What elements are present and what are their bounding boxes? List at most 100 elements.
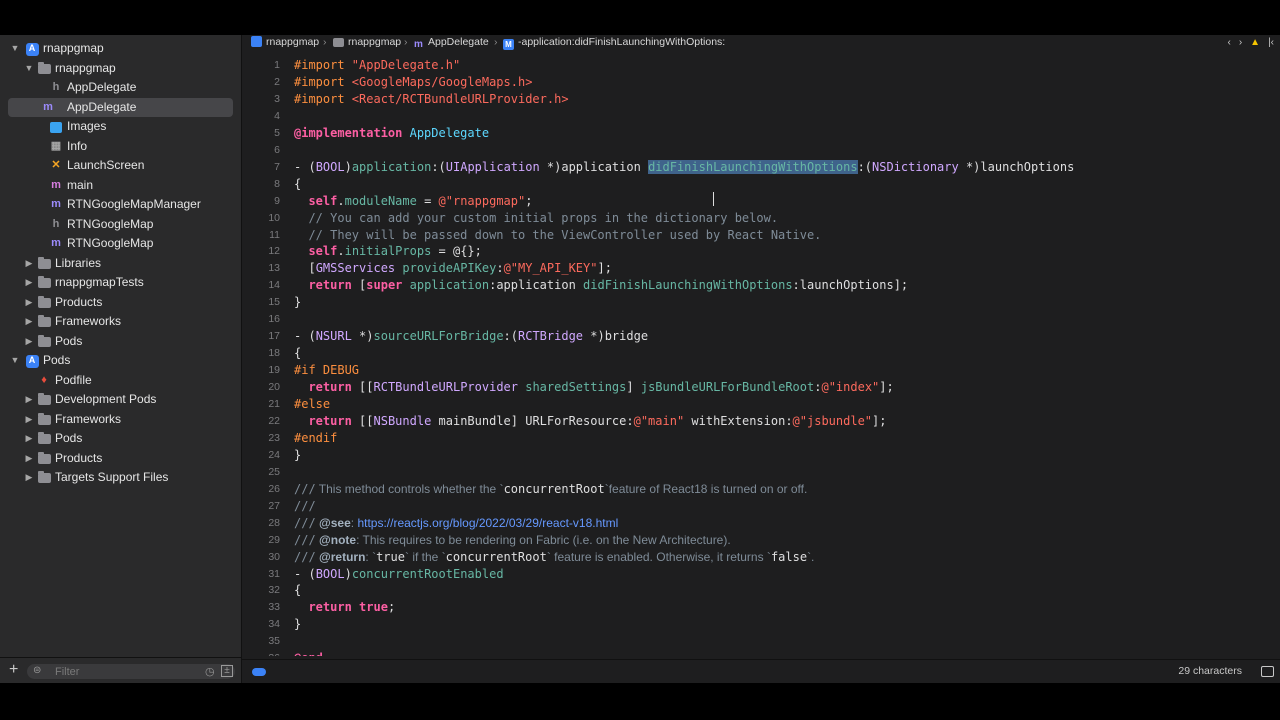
chevron-right-icon[interactable]: ▶ (24, 273, 34, 293)
sidebar-item[interactable]: ▦ Info (0, 137, 241, 157)
line-number: 28 (268, 516, 280, 529)
breadcrumb-project[interactable]: rnappgmap (251, 35, 319, 50)
sidebar-item[interactable]: ▶ Products (0, 449, 241, 469)
objc-file-icon: m (51, 198, 61, 211)
line-number: 1 (274, 59, 280, 71)
sidebar-item[interactable]: ♦ Podfile (0, 371, 241, 391)
chevron-down-icon[interactable]: ▼ (24, 59, 34, 79)
line-number: 19 (268, 364, 280, 377)
sidebar-item[interactable]: m RTNGoogleMapManager (0, 195, 241, 215)
add-icon[interactable]: + (9, 661, 18, 679)
breadcrumb-file[interactable]: m AppDelegate (414, 35, 489, 50)
source-file-icon: m (51, 178, 61, 191)
sidebar-item[interactable]: ▼ Arnappgmap (0, 39, 241, 59)
breadcrumb-group[interactable]: rnappgmap (333, 35, 401, 50)
objc-file-icon: m (51, 237, 61, 250)
breadcrumb-label: rnappgmap (348, 36, 402, 48)
chevron-down-icon[interactable]: ▼ (10, 351, 20, 371)
code-text: // They will be passed down to the ViewC… (294, 227, 822, 242)
code-text: #import <React/RCTBundleURLProvider.h> (294, 91, 569, 106)
code-text: @end (294, 650, 323, 656)
code-text: /// @note: This requires to be rendering… (294, 532, 731, 547)
sidebar-item-label: Info (67, 138, 88, 153)
line-number: 18 (268, 347, 280, 360)
editor-nav-controls: ‹ › ▲ |‹ (1219, 35, 1274, 50)
chevron-right-icon[interactable]: ▶ (24, 410, 34, 430)
code-text: self.moduleName = @"rnappgmap"; (308, 193, 533, 208)
editor-options-icon[interactable]: |‹ (1268, 37, 1274, 48)
sidebar-item[interactable]: ▼ rnappgmap (0, 59, 241, 79)
method-icon: M (503, 39, 514, 50)
code-text: /// @return: `true` if the `concurrentRo… (294, 549, 815, 564)
sidebar-item[interactable]: h RTNGoogleMap (0, 215, 241, 235)
folder-icon (37, 276, 51, 290)
chevron-right-icon[interactable]: ▶ (24, 332, 34, 352)
sidebar-item[interactable]: h AppDelegate (0, 78, 241, 98)
chevron-right-icon[interactable]: ▶ (24, 293, 34, 313)
sidebar-item[interactable]: ▶ rnappgmapTests (0, 273, 241, 293)
sidebar-item[interactable]: ▶ Targets Support Files (0, 468, 241, 488)
code-text: return [[NSBundle mainBundle] URLForReso… (308, 413, 887, 428)
sidebar-item[interactable]: ▶ Libraries (0, 254, 241, 274)
sidebar-item-label: RTNGoogleMap (67, 236, 154, 250)
sidebar-item-label: Libraries (55, 255, 102, 270)
sidebar-item[interactable]: ▶ Frameworks (0, 410, 241, 430)
sidebar-item-label: rnappgmapTests (55, 275, 144, 289)
line-number: 2 (274, 75, 280, 88)
sidebar-item-label: LaunchScreen (67, 158, 145, 172)
chevron-right-icon[interactable]: ▶ (24, 468, 34, 488)
sidebar-item[interactable]: ▼ A Pods (0, 351, 241, 371)
sidebar-item[interactable]: ▶ Products (0, 293, 241, 313)
code-text: return [[RCTBundleURLProvider sharedSett… (308, 380, 894, 395)
sidebar-item[interactable]: ▶ Pods (0, 429, 241, 449)
sidebar-item-label: Products (55, 450, 103, 465)
sidebar-item-label: Pods (55, 333, 83, 348)
warning-icon[interactable]: ▲ (1250, 37, 1260, 48)
line-number: 16 (268, 313, 280, 326)
recent-files-icon[interactable]: ◷ (205, 665, 215, 678)
image-icon (49, 120, 63, 134)
code-text: - (BOOL)application:(UIApplication *)app… (294, 159, 1075, 174)
sidebar-item-label: Frameworks (55, 314, 122, 328)
sidebar-item[interactable]: m AppDelegate (8, 97, 233, 117)
code-editor[interactable]: 1 #import "AppDelegate.h" 2 #import <Google… (242, 52, 1280, 656)
line-number: 9 (274, 194, 280, 207)
chevron-down-icon[interactable]: ▼ (10, 39, 20, 59)
folder-icon (37, 393, 51, 407)
sidebar-item[interactable]: ▶ Development Pods (0, 390, 241, 410)
scm-filter-icon[interactable]: ± (221, 665, 233, 677)
sidebar-item[interactable]: ✕ LaunchScreen (0, 156, 241, 176)
sidebar-item[interactable]: Images (0, 117, 241, 137)
chevron-right-icon[interactable]: ▶ (24, 312, 34, 332)
code-text: return true; (308, 600, 396, 615)
line-number: 30 (268, 550, 280, 563)
chevron-right-icon[interactable]: ▶ (24, 254, 34, 274)
line-number: 11 (269, 228, 280, 241)
sidebar-item[interactable]: ▶ Pods (0, 332, 241, 352)
line-number: 23 (268, 431, 280, 444)
text-cursor (713, 192, 714, 206)
chevron-right-icon[interactable]: ▶ (24, 390, 34, 410)
sidebar-item-label: Products (55, 294, 103, 309)
line-number: 25 (268, 465, 280, 478)
chevron-right-icon[interactable]: › (1239, 37, 1242, 48)
sidebar-item-label: Images (67, 119, 107, 133)
toggle-panel-icon[interactable] (1261, 666, 1274, 677)
chevron-right-icon[interactable]: ▶ (24, 449, 34, 469)
chevron-left-icon[interactable]: ‹ (1227, 37, 1230, 48)
line-number: 4 (274, 109, 280, 122)
folder-icon (333, 38, 344, 47)
code-text: { (294, 346, 302, 361)
folder-icon (37, 315, 51, 329)
sidebar-item[interactable]: m RTNGoogleMap (0, 234, 241, 254)
code-text: // You can add your custom initial props… (294, 210, 779, 225)
sidebar-item[interactable]: m main (0, 176, 241, 196)
line-number: 7 (274, 160, 280, 173)
filter-field[interactable]: ⊜ ◷ ± (27, 664, 235, 679)
code-text: /// (294, 498, 316, 513)
breadcrumb-method[interactable]: M -application:didFinishLaunchingWithOpti… (503, 35, 725, 50)
filter-input[interactable] (55, 664, 195, 679)
project-navigator: ▼ Arnappgmap ▼ rnappgmap h AppDelegate m AppDel… (0, 35, 242, 683)
chevron-right-icon[interactable]: ▶ (24, 429, 34, 449)
sidebar-item[interactable]: ▶ Frameworks (0, 312, 241, 332)
